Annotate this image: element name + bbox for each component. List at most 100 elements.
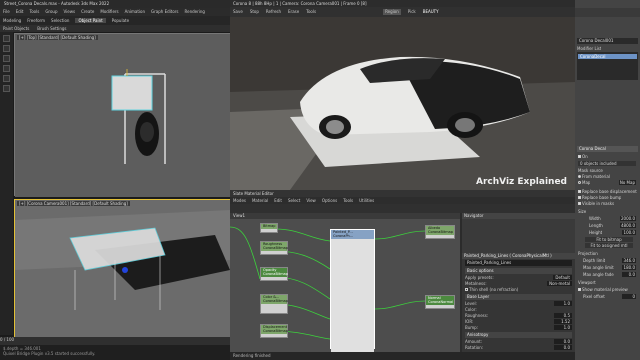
tab-selection[interactable]: Selection <box>51 18 69 23</box>
subtab-paint-objects[interactable]: Paint Objects <box>3 26 29 31</box>
max-title-bar: Street_Corona Decals.max - Autodesk 3ds … <box>0 0 230 8</box>
sme-menu-view[interactable]: View <box>306 198 316 203</box>
sme-menu-utilities[interactable]: Utilities <box>359 198 374 203</box>
select-tool-icon[interactable] <box>3 35 10 42</box>
vfb-render-element-select[interactable]: BEAUTY <box>423 9 439 15</box>
tab-object-paint[interactable]: Object Paint <box>75 18 106 23</box>
replace-displacement-checkbox[interactable]: Replace base displacement <box>578 189 637 194</box>
vfb-erase-button[interactable]: Erase <box>288 9 299 15</box>
vfb-pick-button[interactable]: Pick <box>408 9 416 15</box>
vfb-tools-button[interactable]: Tools <box>306 9 316 15</box>
sme-node-view[interactable]: Bitmap Roughness CoronaBitmap Opacity Co… <box>230 219 460 352</box>
include-exclude-button[interactable]: 0 objects included <box>578 161 636 166</box>
tab-populate[interactable]: Populate <box>112 18 129 23</box>
camera-view-scene <box>15 200 231 338</box>
menu-rendering[interactable]: Rendering <box>185 9 205 15</box>
on-checkbox[interactable]: On <box>578 154 588 159</box>
sme-parameter-editor: Painted_Parking_Lines ( CoronaPhysicalMt… <box>462 253 575 358</box>
object-name-field[interactable]: Corona Decal001 <box>577 38 638 44</box>
vfb-save-button[interactable]: Save <box>233 9 243 15</box>
replace-displacement-label: Replace base displacement <box>582 189 637 194</box>
replace-bump-checkbox[interactable]: Replace base bump <box>578 195 621 200</box>
subtab-brush-settings[interactable]: Brush Settings <box>37 26 66 31</box>
apply-presets-dropdown[interactable]: Default <box>553 274 572 280</box>
modifier-list-dropdown[interactable]: Modifier List <box>577 46 601 51</box>
navigator-title: Navigator <box>462 213 575 219</box>
viewport-camera[interactable]: [+] [Corona Camera001] [Standard] [Defau… <box>14 199 231 338</box>
node-albedo[interactable]: Albedo CoronaBitmap <box>425 225 455 239</box>
sme-menu-select[interactable]: Select <box>288 198 300 203</box>
node-opacity[interactable]: Opacity CoronaBitmap <box>260 267 288 281</box>
menu-group[interactable]: Group <box>45 9 57 15</box>
replace-bump-label: Replace base bump <box>582 195 622 200</box>
render-tool-icon[interactable] <box>3 85 10 92</box>
menu-graph-editors[interactable]: Graph Editors <box>151 9 178 15</box>
rotate-tool-icon[interactable] <box>3 55 10 62</box>
metalness-dropdown[interactable]: Non-metal <box>547 280 572 286</box>
vfb-refresh-button[interactable]: Refresh <box>266 9 281 15</box>
corona-decal-rollout[interactable]: Corona Decal <box>577 146 638 152</box>
pixel-offset-spinner[interactable]: 0 <box>622 294 636 299</box>
modifier-stack[interactable]: CoronaDecal <box>577 52 638 80</box>
node-roughness[interactable]: Roughness CoronaBitmap <box>260 241 288 255</box>
move-tool-icon[interactable] <box>3 45 10 52</box>
max-angle-fade-spinner[interactable]: 0.0 <box>622 272 636 277</box>
node-color[interactable]: Color &... CoronaBitmap <box>260 294 288 314</box>
viewport-top-label[interactable]: [+] [Top] [Standard] [Default Shading] <box>17 35 98 40</box>
viewport-camera-label[interactable]: [+] [Corona Camera001] [Standard] [Defau… <box>17 201 130 206</box>
node-opacity-title: Opacity CoronaBitmap <box>261 268 288 277</box>
fit-to-material-button[interactable]: Fit to assigned mtl <box>585 243 633 248</box>
node-displacement[interactable]: Displacement CoronaBitmap <box>260 324 288 338</box>
roughness-spinner[interactable]: 0.5 <box>554 312 572 318</box>
bump-spinner[interactable]: 1.0 <box>554 324 572 330</box>
max-angle-limit-spinner[interactable]: 180.0 <box>622 265 636 270</box>
tab-freeform[interactable]: Freeform <box>27 18 45 23</box>
width-spinner[interactable]: 2000.0 <box>620 216 636 221</box>
main-toolbar-vertical <box>0 32 13 335</box>
status-message: Quixel Bridge Plugin v3.5 started succes… <box>3 351 96 356</box>
mask-source-label: Mask source <box>578 168 603 173</box>
node-painted-parking-lines[interactable]: Painted_P... CoronaPh... <box>330 229 375 352</box>
snap-tool-icon[interactable] <box>3 75 10 82</box>
amount-spinner[interactable]: 0.0 <box>554 338 572 344</box>
vfb-stop-button[interactable]: Stop <box>250 9 259 15</box>
menu-animation[interactable]: Animation <box>125 9 145 15</box>
sme-menu-material[interactable]: Material <box>252 198 268 203</box>
visible-in-masks-checkbox[interactable]: Visible in masks <box>578 201 614 206</box>
menu-views[interactable]: Views <box>64 9 76 15</box>
ior-spinner[interactable]: 1.52 <box>554 318 572 324</box>
from-material-radio[interactable]: From material <box>578 174 610 179</box>
menu-tools[interactable]: Tools <box>29 9 39 15</box>
vfb-render-image[interactable]: ArchViz Explained <box>230 17 575 190</box>
timeline[interactable]: 0 / 100 <box>0 337 230 345</box>
level-spinner[interactable]: 1.0 <box>554 300 572 306</box>
tab-modeling[interactable]: Modeling <box>3 18 21 23</box>
fit-to-bitmap-button[interactable]: Fit to bitmap <box>585 237 633 242</box>
viewport-top[interactable]: [+] [Top] [Standard] [Default Shading] <box>14 33 231 197</box>
show-preview-checkbox[interactable]: Show material preview <box>578 287 628 292</box>
command-panel-tabs[interactable] <box>575 8 640 17</box>
thin-shell-checkbox[interactable]: Thin shell (no refraction) <box>465 287 518 292</box>
menu-create[interactable]: Create <box>81 9 94 15</box>
sme-menu-options[interactable]: Options <box>322 198 337 203</box>
menu-edit[interactable]: Edit <box>16 9 24 15</box>
sme-menu-tools[interactable]: Tools <box>343 198 353 203</box>
scale-tool-icon[interactable] <box>3 65 10 72</box>
sme-navigator[interactable]: Navigator <box>462 213 575 253</box>
menu-modifiers[interactable]: Modifiers <box>100 9 118 15</box>
length-spinner[interactable]: 4800.0 <box>620 223 636 228</box>
vfb-region-button[interactable]: Region <box>383 9 401 15</box>
material-name-field[interactable]: Painted_Parking_Lines <box>465 260 572 266</box>
rotation-spinner[interactable]: 0.0 <box>554 344 572 350</box>
node-normal[interactable]: Normal CoronaNormal <box>425 295 455 309</box>
sme-menu-modes[interactable]: Modes <box>233 198 246 203</box>
sme-menu-edit[interactable]: Edit <box>274 198 282 203</box>
height-spinner[interactable]: 100.0 <box>622 230 636 235</box>
map-button[interactable]: No Map <box>618 180 636 185</box>
map-radio[interactable]: Map <box>578 180 590 185</box>
modifier-stack-item-coronadecal[interactable]: CoronaDecal <box>578 54 637 59</box>
node-bitmap[interactable]: Bitmap <box>260 223 278 233</box>
length-label: Length <box>589 223 603 228</box>
menu-file[interactable]: File <box>3 9 10 15</box>
depth-limit-spinner[interactable]: 346.0 <box>622 258 636 263</box>
